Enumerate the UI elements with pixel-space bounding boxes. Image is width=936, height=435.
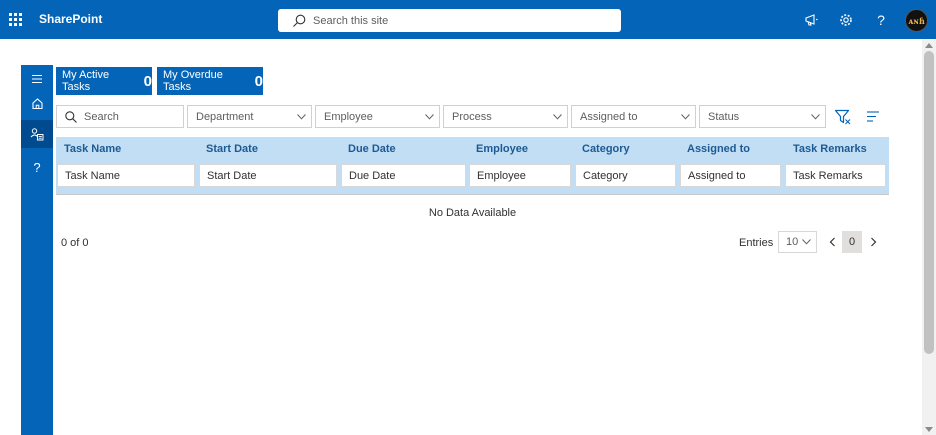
tab-my-overdue-tasks[interactable]: My Overdue Tasks 0 bbox=[157, 67, 263, 95]
column-header-category[interactable]: Category bbox=[582, 143, 630, 155]
scroll-down-icon[interactable] bbox=[925, 427, 933, 432]
chevron-right-icon bbox=[870, 237, 876, 247]
clear-filter-icon[interactable] bbox=[834, 108, 852, 126]
dropdown-label: Process bbox=[452, 110, 492, 123]
next-page-button[interactable] bbox=[863, 231, 883, 253]
search-placeholder: Search bbox=[84, 110, 119, 123]
column-header-task-name[interactable]: Task Name bbox=[64, 143, 121, 155]
brand-title[interactable]: SharePoint bbox=[39, 12, 102, 26]
entries-value: 10 bbox=[786, 236, 799, 248]
chevron-left-icon bbox=[829, 237, 835, 247]
scroll-up-icon[interactable] bbox=[925, 43, 933, 48]
chevron-down-icon bbox=[811, 113, 820, 120]
gear-icon[interactable] bbox=[837, 11, 855, 29]
table-header: Task Name Start Date Due Date Employee C… bbox=[56, 137, 889, 194]
process-dropdown[interactable]: Process bbox=[443, 105, 568, 128]
assigned-to-dropdown[interactable]: Assigned to bbox=[571, 105, 696, 128]
category-filter-input[interactable]: Category bbox=[575, 164, 676, 187]
table-divider bbox=[56, 194, 889, 195]
search-icon bbox=[293, 14, 306, 27]
chevron-down-icon bbox=[681, 113, 690, 120]
dropdown-label: Department bbox=[196, 110, 254, 123]
help-icon[interactable]: ? bbox=[21, 153, 53, 181]
scroll-thumb[interactable] bbox=[924, 51, 934, 354]
task-assignment-icon[interactable] bbox=[21, 120, 53, 148]
due-date-filter-input[interactable]: Due Date bbox=[341, 164, 466, 187]
empty-state-text: No Data Available bbox=[428, 207, 517, 219]
chevron-down-icon bbox=[425, 113, 434, 120]
task-remarks-filter-input[interactable]: Task Remarks bbox=[785, 164, 886, 187]
column-header-due-date[interactable]: Due Date bbox=[348, 143, 396, 155]
record-count: 0 of 0 bbox=[61, 237, 89, 249]
tab-label: My Overdue Tasks bbox=[163, 69, 223, 93]
home-icon[interactable] bbox=[21, 89, 53, 117]
dropdown-label: Employee bbox=[324, 110, 373, 123]
sort-icon[interactable] bbox=[866, 110, 880, 123]
entries-label: Entries bbox=[739, 237, 774, 249]
tab-count: 0 bbox=[143, 72, 152, 90]
chevron-down-icon bbox=[553, 113, 562, 120]
avatar[interactable]: ᴀɴɦ bbox=[905, 9, 928, 32]
megaphone-icon[interactable] bbox=[802, 11, 820, 29]
dropdown-label: Assigned to bbox=[580, 110, 638, 123]
chevron-down-icon bbox=[802, 239, 811, 245]
tab-count: 0 bbox=[254, 72, 263, 90]
tab-my-active-tasks[interactable]: My Active Tasks 0 bbox=[56, 67, 152, 95]
task-search-input[interactable]: Search bbox=[56, 105, 184, 128]
entries-per-page-dropdown[interactable]: 10 bbox=[778, 231, 817, 253]
task-name-filter-input[interactable]: Task Name bbox=[57, 164, 195, 187]
current-page-button[interactable]: 0 bbox=[842, 231, 862, 253]
column-header-employee[interactable]: Employee bbox=[476, 143, 528, 155]
column-header-start-date[interactable]: Start Date bbox=[206, 143, 258, 155]
chevron-down-icon bbox=[297, 113, 306, 120]
department-dropdown[interactable]: Department bbox=[187, 105, 312, 128]
column-header-assigned-to[interactable]: Assigned to bbox=[687, 143, 750, 155]
previous-page-button[interactable] bbox=[822, 231, 842, 253]
column-header-task-remarks[interactable]: Task Remarks bbox=[793, 143, 867, 155]
help-icon[interactable]: ? bbox=[872, 11, 890, 29]
dropdown-label: Status bbox=[708, 110, 740, 123]
page-scrollbar[interactable] bbox=[922, 39, 936, 435]
employee-filter-input[interactable]: Employee bbox=[469, 164, 571, 187]
employee-dropdown[interactable]: Employee bbox=[315, 105, 440, 128]
search-icon bbox=[65, 110, 77, 123]
assigned-to-filter-input[interactable]: Assigned to bbox=[680, 164, 781, 187]
status-dropdown[interactable]: Status bbox=[699, 105, 826, 128]
site-search-box[interactable] bbox=[278, 9, 621, 32]
tasks-panel: My Active Tasks 0 My Overdue Tasks 0 Sea… bbox=[53, 65, 922, 435]
suite-bar: SharePoint ? ᴀɴɦ bbox=[0, 0, 936, 39]
start-date-filter-input[interactable]: Start Date bbox=[199, 164, 337, 187]
site-search-input[interactable] bbox=[313, 14, 593, 27]
app-nav-rail: ? bbox=[21, 65, 53, 435]
app-launcher-icon[interactable] bbox=[0, 0, 30, 39]
tab-label: My Active Tasks bbox=[62, 69, 110, 93]
